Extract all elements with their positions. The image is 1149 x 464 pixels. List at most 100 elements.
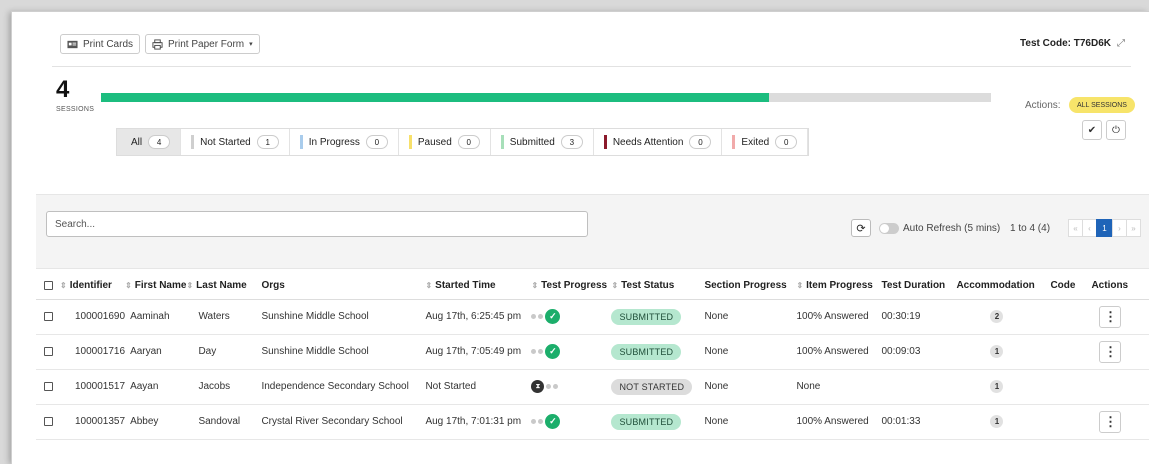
sessions-label: SESSIONS [56, 106, 95, 113]
test-progress: ✓ [531, 309, 561, 324]
next-page-icon[interactable]: › [1112, 219, 1127, 237]
select-all-checkbox[interactable] [44, 281, 53, 291]
filter-tab-in-progress[interactable]: In Progress 0 [290, 129, 399, 155]
header-first-name[interactable]: First Name [135, 280, 187, 291]
status-color-bar [732, 135, 736, 149]
header-test-progress[interactable]: Test Progress [541, 280, 607, 291]
auto-refresh-toggle[interactable] [879, 223, 899, 234]
cell-code [1050, 334, 1092, 370]
filter-tab-not-started[interactable]: Not Started 1 [181, 129, 290, 155]
accommodation-badge[interactable]: 2 [990, 310, 1004, 323]
cell-started-time: Aug 17th, 7:01:31 pm [425, 404, 532, 440]
all-sessions-pill[interactable]: ALL SESSIONS [1069, 97, 1135, 113]
cell-identifier: 100001357 [60, 404, 126, 440]
filter-tab-exited[interactable]: Exited 0 [722, 129, 809, 155]
check-circle-icon: ✓ [545, 309, 561, 324]
filter-count-badge: 0 [775, 135, 798, 149]
filter-label: Needs Attention [612, 136, 684, 148]
cell-test-duration: 00:09:03 [881, 334, 957, 370]
filter-label: Not Started [200, 136, 251, 148]
header-accommodation: Accommodation [956, 280, 1035, 292]
cell-test-duration: 00:30:19 [881, 299, 957, 335]
first-page-icon[interactable]: « [1068, 219, 1083, 237]
search-input[interactable] [46, 211, 588, 237]
status-badge: SUBMITTED [611, 413, 682, 430]
sort-icon[interactable]: ⇕ [125, 281, 132, 290]
header-section-progress: Section Progress [704, 280, 787, 292]
accommodation-badge[interactable]: 1 [990, 345, 1004, 358]
sort-icon[interactable]: ⇕ [425, 281, 432, 290]
print-paper-form-button[interactable]: Print Paper Form ▾ [145, 34, 260, 54]
filter-count-badge: 4 [148, 135, 171, 149]
id-card-icon [67, 40, 78, 48]
progress-fill [101, 93, 769, 102]
cell-section-progress: None [704, 299, 797, 335]
header-last-name[interactable]: Last Name [196, 280, 247, 291]
filter-count-badge: 0 [457, 135, 480, 149]
page-current[interactable]: 1 [1096, 219, 1113, 237]
cell-last-name: Waters [186, 299, 262, 335]
table-row: 100001690 Aaminah Waters Sunshine Middle Sc… [36, 299, 1149, 335]
header-test-status[interactable]: Test Status [621, 280, 674, 291]
cell-orgs: Crystal River Secondary School [261, 404, 426, 440]
filter-tab-all[interactable]: All 4 [117, 129, 182, 155]
header-started-time[interactable]: Started Time [435, 280, 495, 291]
cell-identifier: 100001716 [60, 334, 126, 370]
filter-label: Exited [741, 136, 770, 148]
sort-icon[interactable]: ⇕ [611, 281, 618, 290]
pagination: « ‹ 1 › » [1068, 219, 1141, 237]
filter-tab-needs-attention[interactable]: Needs Attention 0 [594, 129, 723, 155]
row-checkbox[interactable] [44, 381, 53, 391]
row-actions-button[interactable]: ⋮ [1099, 410, 1122, 433]
cell-item-progress: None [796, 369, 882, 405]
header-item-progress[interactable]: Item Progress [806, 280, 873, 291]
header-identifier[interactable]: Identifier [70, 280, 112, 291]
sort-icon[interactable]: ⇕ [60, 281, 67, 290]
auto-refresh-label: Auto Refresh (5 mins) [903, 223, 1001, 234]
cell-first-name: Aaminah [125, 299, 187, 335]
status-color-bar [603, 135, 607, 149]
status-filter-tabs: All 4 Not Started 1 In Progress 0 Paused 0 Submi… [116, 128, 810, 156]
power-icon[interactable]: ⏻ [1106, 120, 1126, 140]
cell-last-name: Sandoval [186, 404, 262, 440]
cell-identifier: 100001690 [60, 299, 126, 335]
accommodation-badge[interactable]: 1 [990, 380, 1004, 393]
pagination-range: 1 to 4 (4) [1010, 223, 1051, 234]
test-code-label: Test Code: [1020, 38, 1071, 49]
cell-item-progress: 100% Answered [796, 334, 882, 370]
row-checkbox[interactable] [44, 311, 53, 321]
row-actions-button[interactable]: ⋮ [1099, 340, 1122, 363]
sessions-progress-bar [101, 93, 991, 102]
table-row: 100001357 Abbey Sandoval Crystal River Seco… [36, 404, 1149, 440]
cell-orgs: Sunshine Middle School [261, 334, 426, 370]
status-badge: SUBMITTED [611, 343, 682, 360]
table-row: 100001517 Aayan Jacobs Independence Seconda… [36, 369, 1149, 405]
print-cards-button[interactable]: Print Cards [60, 34, 141, 54]
status-color-bar [299, 135, 303, 149]
row-actions-button[interactable]: ⋮ [1099, 305, 1122, 328]
header-test-duration: Test Duration [881, 280, 946, 292]
table-header-row: ⇕ Identifier ⇕ First Name ⇕ Last Name Orgs … [36, 273, 1149, 300]
refresh-icon[interactable]: ⟳ [851, 219, 871, 237]
actions-label: Actions: [1025, 100, 1061, 111]
cell-first-name: Aayan [125, 369, 187, 405]
filter-tab-submitted[interactable]: Submitted 3 [491, 129, 594, 155]
sort-icon[interactable]: ⇕ [186, 281, 193, 290]
expand-icon[interactable]: ⤢ [1117, 38, 1125, 49]
filter-tab-paused[interactable]: Paused 0 [399, 129, 491, 155]
cell-test-duration: 00:01:33 [881, 404, 957, 440]
filter-count-badge: 3 [560, 135, 583, 149]
sort-icon[interactable]: ⇕ [796, 281, 803, 290]
prev-page-icon[interactable]: ‹ [1082, 219, 1097, 237]
test-code: Test Code: T76D6K ⤢ [1020, 38, 1125, 49]
accommodation-badge[interactable]: 1 [990, 415, 1004, 428]
sort-icon[interactable]: ⇕ [531, 281, 538, 290]
row-checkbox[interactable] [44, 416, 53, 426]
double-check-icon[interactable]: ✔ [1082, 120, 1102, 140]
cell-first-name: Aaryan [125, 334, 187, 370]
cell-section-progress: None [704, 369, 797, 405]
status-badge: SUBMITTED [611, 308, 682, 325]
last-page-icon[interactable]: » [1126, 219, 1141, 237]
row-checkbox[interactable] [44, 346, 53, 356]
cell-section-progress: None [704, 334, 797, 370]
